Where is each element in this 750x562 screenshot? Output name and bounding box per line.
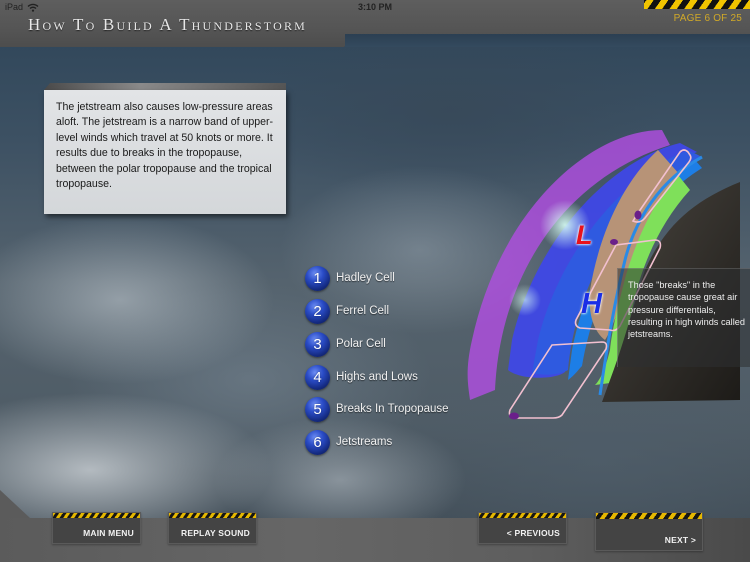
hazard-stripe [644,0,750,9]
hazard-stripe [479,513,566,518]
hazard-stripe [596,513,702,519]
menu-item-polar-cell[interactable]: 3 Polar Cell [305,331,485,357]
number-ball-icon: 3 [305,331,330,357]
low-pressure-label: L [576,220,593,250]
info-text: The jetstream also causes low-pressure a… [56,101,274,191]
menu-item-label: Polar Cell [336,338,386,350]
replay-sound-button[interactable]: REPLAY SOUND [168,512,257,544]
menu-item-ferrel-cell[interactable]: 2 Ferrel Cell [305,298,485,324]
main-menu-label: MAIN MENU [83,528,134,538]
jetstream-marker [509,412,519,420]
page-title: How To Build A Thunderstorm [28,15,308,34]
jetstream-marker [610,239,618,245]
next-button[interactable]: NEXT > [595,512,703,551]
previous-button[interactable]: < PREVIOUS [478,512,567,544]
high-pressure-label: H [581,288,602,320]
menu-item-breaks-in-tropopause[interactable]: 5 Breaks In Tropopause [305,396,485,422]
status-time: 3:10 PM [357,2,392,12]
next-label: NEXT > [664,535,696,545]
number-ball-icon: 2 [305,298,330,324]
number-ball-icon: 1 [305,265,330,291]
hazard-stripe [169,513,256,518]
info-panel-body: The jetstream also causes low-pressure a… [44,90,286,214]
page-indicator: PAGE 6 OF 25 [673,13,742,24]
info-panel-bevel [44,83,286,90]
menu-item-label: Jetstreams [336,436,393,448]
menu-item-highs-and-lows[interactable]: 4 Highs and Lows [305,364,485,390]
callout-text: Those "breaks" in the tropopause cause g… [628,280,745,340]
number-ball-icon: 4 [305,364,330,390]
main-menu-button[interactable]: MAIN MENU [52,512,141,544]
replay-sound-label: REPLAY SOUND [180,528,250,538]
number-ball-icon: 6 [305,429,330,455]
info-panel: The jetstream also causes low-pressure a… [44,83,286,214]
menu-item-label: Ferrel Cell [336,305,390,317]
menu-item-label: Breaks In Tropopause [336,403,449,415]
previous-label: < PREVIOUS [506,528,560,538]
menu-item-label: Hadley Cell [336,272,395,284]
number-ball-icon: 5 [305,396,330,422]
menu-item-label: Highs and Lows [336,371,418,383]
menu-item-hadley-cell[interactable]: 1 Hadley Cell [305,265,485,291]
jetstream-marker [634,210,642,220]
callout-box: Those "breaks" in the tropopause cause g… [617,268,750,367]
glow-spot [509,284,541,316]
menu-item-jetstreams[interactable]: 6 Jetstreams [305,429,485,455]
hazard-stripe [53,513,140,518]
